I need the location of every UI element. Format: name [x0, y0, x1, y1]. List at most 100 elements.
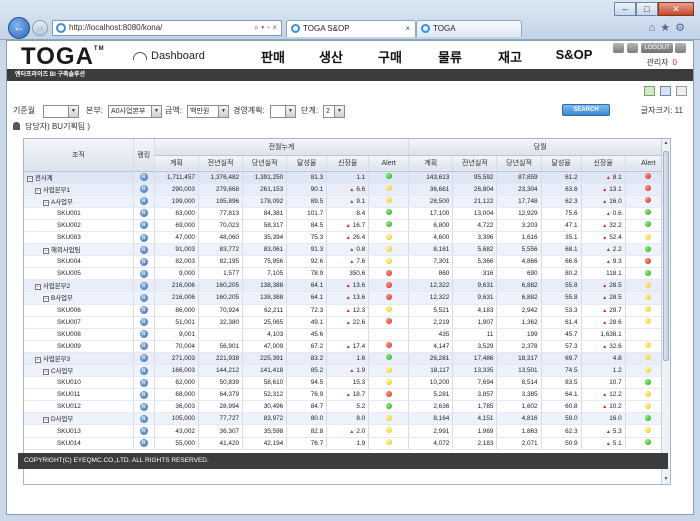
rank-cell[interactable]: R	[133, 279, 155, 293]
collapse-toggle-icon[interactable]: −	[35, 284, 41, 291]
org-name-cell[interactable]: − D사업부	[24, 412, 134, 426]
org-name-cell[interactable]: SKU005	[24, 267, 134, 281]
close-tab-icon[interactable]: ×	[405, 21, 410, 36]
table-row[interactable]: SKU011 R 68,000 64,379 52,312 76.9 ▲ 18.7 5,281 3…	[24, 388, 670, 402]
org-name-cell[interactable]: SKU006	[24, 304, 134, 317]
forward-button[interactable]: →	[32, 20, 48, 36]
base-month-select[interactable]: ▼	[43, 105, 79, 118]
org-name-cell[interactable]: − 해외사업팀	[24, 243, 134, 257]
org-name-cell[interactable]: − A사업부	[24, 195, 134, 208]
col-rank[interactable]: 랭킹	[133, 139, 155, 172]
table-row[interactable]: SKU003 R 47,000 48,060 35,394 75.3 ▲ 26.4 4,600 3…	[24, 231, 670, 245]
dashboard-link[interactable]: Dashboard	[133, 50, 205, 62]
org-name-cell[interactable]: SKU010	[24, 376, 134, 390]
rank-badge-icon[interactable]: R	[139, 330, 148, 339]
print-icon[interactable]	[659, 86, 671, 96]
close-window-button[interactable]: ✕	[658, 2, 694, 16]
col-growth[interactable]: 신장율	[326, 155, 370, 172]
col-achievement[interactable]: 달성율	[541, 155, 582, 172]
org-name-cell[interactable]: SKU008	[24, 328, 134, 341]
rank-cell[interactable]: R	[133, 243, 155, 257]
menu-production[interactable]: 생산	[301, 47, 361, 66]
rank-badge-icon[interactable]: R	[139, 402, 148, 411]
rank-cell[interactable]: R	[133, 171, 155, 184]
address-bar[interactable]: http://localhost:8080/kona/ ⌕ ▾ ⌁ ×	[52, 20, 282, 36]
rank-cell[interactable]: R	[133, 352, 155, 366]
settings-icon[interactable]	[675, 43, 686, 53]
col-curr-actual[interactable]: 당년실적	[496, 155, 542, 172]
collapse-toggle-icon[interactable]: −	[43, 417, 49, 424]
table-row[interactable]: SKU004 R 82,003 82,195 75,956 92.6 ▲ 7.6 7,301 5,…	[24, 255, 670, 269]
rank-badge-icon[interactable]: R	[139, 209, 148, 218]
table-row[interactable]: − 사업본부1 R 290,003 279,668 261,153 90.1 ▲ 6.6 36,6…	[24, 183, 670, 196]
browser-toolbar-icons[interactable]: ⌂★⚙	[649, 21, 690, 34]
excel-export-icon[interactable]	[643, 86, 655, 96]
table-row[interactable]: SKU014 R 55,000 41,420 42,194 76.7 1.9 4,072 2,1…	[24, 437, 670, 450]
rank-cell[interactable]: R	[133, 340, 155, 353]
menu-logistics[interactable]: 물류	[419, 47, 481, 66]
collapse-toggle-icon[interactable]: −	[43, 248, 49, 255]
menu-sales[interactable]: 판매	[245, 47, 301, 66]
rank-badge-icon[interactable]: R	[139, 233, 148, 242]
rank-badge-icon[interactable]: R	[139, 439, 148, 448]
vertical-scrollbar[interactable]: ▲ ▼	[661, 139, 670, 484]
org-name-cell[interactable]: SKU007	[24, 316, 134, 329]
rank-badge-icon[interactable]: R	[139, 414, 148, 423]
org-name-cell[interactable]: SKU002	[24, 219, 134, 232]
rank-badge-icon[interactable]: R	[139, 269, 148, 278]
org-name-cell[interactable]: − C사업부	[24, 364, 134, 378]
org-name-cell[interactable]: SKU001	[24, 207, 134, 220]
back-button[interactable]: ←	[8, 17, 30, 39]
table-row[interactable]: SKU010 R 62,000 50,839 58,610 94.5 15.3 10,200 7…	[24, 376, 670, 390]
rank-cell[interactable]: R	[133, 231, 155, 245]
rank-cell[interactable]: R	[133, 267, 155, 281]
org-name-cell[interactable]: SKU004	[24, 255, 134, 269]
rank-badge-icon[interactable]: R	[139, 245, 148, 254]
rank-badge-icon[interactable]: R	[139, 281, 148, 290]
scroll-up-icon[interactable]: ▲	[662, 140, 670, 149]
rank-cell[interactable]: R	[133, 376, 155, 390]
table-row[interactable]: SKU005 R 9,000 1,577 7,105 78.9 350.6 860 316 690…	[24, 267, 670, 281]
table-row[interactable]: SKU012 R 36,003 28,994 30,496 84.7 5.2 2,636 1,7…	[24, 400, 670, 414]
org-name-cell[interactable]: SKU009	[24, 340, 134, 353]
table-row[interactable]: − C사업부 R 166,003 144,212 141,418 85.2 ▲ 1.9 18,11…	[24, 364, 670, 378]
collapse-toggle-icon[interactable]: −	[27, 175, 33, 182]
table-row[interactable]: − A사업부 R 199,000 195,896 178,092 89.5 ▲ 9.1 28,50…	[24, 195, 670, 208]
rank-cell[interactable]: R	[133, 291, 155, 305]
search-button[interactable]: SEARCH	[562, 104, 610, 116]
col-curr-actual[interactable]: 당년실적	[242, 155, 288, 172]
org-name-cell[interactable]: − 사업본부3	[24, 352, 134, 366]
org-name-cell[interactable]: SKU003	[24, 231, 134, 245]
tab-toga-sop[interactable]: TOGA S&OP ×	[286, 20, 416, 37]
collapse-toggle-icon[interactable]: −	[35, 356, 41, 363]
col-org[interactable]: 조직	[24, 139, 134, 172]
table-row[interactable]: − 전사계 R 1,711,457 1,376,482 1,391,250 81.3 1.1 1…	[24, 171, 670, 184]
scroll-down-icon[interactable]: ▼	[662, 476, 670, 484]
collapse-toggle-icon[interactable]: −	[43, 296, 49, 303]
table-row[interactable]: SKU006 R 86,000 70,924 62,211 72.3 ▲ 12.3 5,521 4…	[24, 304, 670, 317]
address-tools-icon[interactable]: ⌕ ▾ ⌁ ×	[254, 21, 277, 35]
scroll-thumb[interactable]	[663, 151, 669, 361]
col-growth[interactable]: 신장율	[581, 155, 626, 172]
toga-logo[interactable]: TOGATM	[21, 43, 105, 71]
fullscreen-icon[interactable]	[676, 86, 687, 96]
table-row[interactable]: SKU001 R 83,000 77,813 84,381 101.7 8.4 17,100 1…	[24, 207, 670, 220]
rank-cell[interactable]: R	[133, 304, 155, 317]
rank-cell[interactable]: R	[133, 219, 155, 232]
amount-select[interactable]: 백만원 ▼	[187, 105, 229, 118]
rank-cell[interactable]: R	[133, 195, 155, 208]
rank-badge-icon[interactable]: R	[139, 257, 148, 266]
logout-button[interactable]: LOGOUT	[641, 43, 673, 53]
rank-cell[interactable]: R	[133, 424, 155, 438]
org-name-cell[interactable]: − B사업부	[24, 291, 134, 305]
menu-sop[interactable]: S&OP	[539, 47, 609, 66]
table-row[interactable]: SKU007 R 51,001 32,380 25,065 49.1 ▲ 22.6 2,219 1…	[24, 316, 670, 329]
rank-cell[interactable]: R	[133, 255, 155, 269]
minimize-button[interactable]: –	[614, 2, 636, 16]
level-select[interactable]: 2 ▼	[323, 105, 345, 118]
org-name-cell[interactable]: SKU014	[24, 437, 134, 450]
rank-badge-icon[interactable]: R	[139, 185, 148, 194]
rank-cell[interactable]: R	[133, 207, 155, 220]
rank-badge-icon[interactable]: R	[139, 390, 148, 399]
org-name-cell[interactable]: − 사업본부2	[24, 279, 134, 293]
